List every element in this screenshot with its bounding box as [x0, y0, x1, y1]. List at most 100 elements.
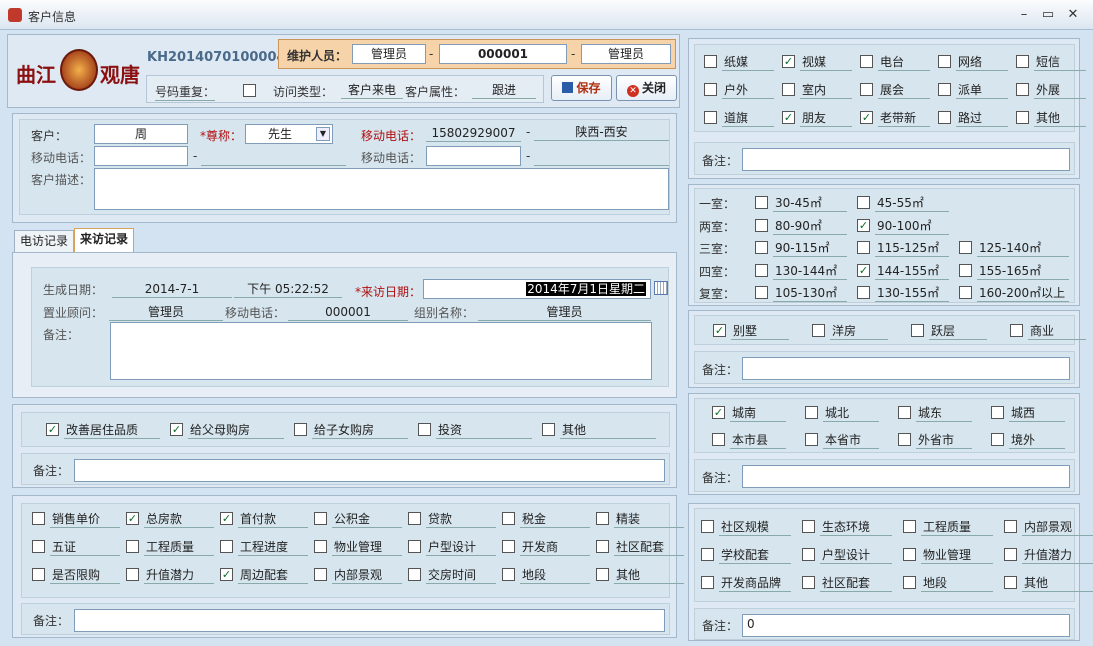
checkbox[interactable] — [32, 540, 45, 553]
checkbox[interactable] — [542, 423, 555, 436]
checkbox[interactable] — [805, 433, 818, 446]
checkbox[interactable] — [903, 548, 916, 561]
checkbox[interactable] — [32, 512, 45, 525]
checkbox[interactable] — [805, 406, 818, 419]
checkbox[interactable] — [938, 83, 951, 96]
checkbox[interactable]: ✓ — [860, 111, 873, 124]
checkbox[interactable] — [1004, 576, 1017, 589]
checkbox[interactable]: ✓ — [220, 512, 233, 525]
checkbox[interactable] — [502, 540, 515, 553]
checkbox[interactable] — [938, 111, 951, 124]
checkbox[interactable] — [126, 568, 139, 581]
maintainer-field-2[interactable]: 管理员 — [581, 44, 671, 64]
checkbox[interactable] — [596, 512, 609, 525]
checkbox[interactable] — [898, 433, 911, 446]
mobile2-field[interactable] — [94, 146, 188, 166]
checkbox[interactable] — [959, 263, 972, 277]
concern-note-field[interactable]: 0 — [742, 614, 1070, 637]
checkbox[interactable] — [802, 520, 815, 533]
purpose-note-field[interactable] — [74, 459, 665, 482]
checkbox[interactable] — [1016, 111, 1029, 124]
checkbox[interactable] — [1016, 55, 1029, 68]
checkbox[interactable] — [991, 433, 1004, 446]
checkbox[interactable] — [314, 512, 327, 525]
area-note-field[interactable] — [742, 465, 1070, 488]
checkbox[interactable] — [1016, 83, 1029, 96]
checkbox[interactable] — [1004, 548, 1017, 561]
checkbox[interactable] — [408, 512, 421, 525]
checkbox[interactable] — [701, 520, 714, 533]
checkbox[interactable] — [755, 241, 768, 254]
maintainer-field-1[interactable]: 管理员 — [352, 44, 426, 64]
close-icon[interactable]: ✕ — [1063, 6, 1083, 24]
checkbox[interactable] — [418, 423, 431, 436]
checkbox[interactable] — [704, 111, 717, 124]
checkbox[interactable]: ✓ — [782, 55, 795, 68]
checkbox[interactable] — [294, 423, 307, 436]
checkbox[interactable] — [755, 218, 768, 232]
checkbox[interactable] — [314, 540, 327, 553]
checkbox[interactable] — [755, 263, 768, 277]
checkbox[interactable] — [1004, 520, 1017, 533]
tab-onsite-visit[interactable]: 来访记录 — [74, 228, 134, 252]
checkbox[interactable] — [782, 83, 795, 96]
checkbox[interactable] — [704, 55, 717, 68]
visit-date-field[interactable]: 2014年7月1日星期二 — [423, 279, 651, 299]
minimize-icon[interactable]: – — [1014, 6, 1034, 24]
checkbox[interactable] — [596, 540, 609, 553]
checkbox[interactable]: ✓ — [713, 324, 726, 337]
mobile3-field[interactable] — [426, 146, 521, 166]
calendar-icon[interactable] — [654, 281, 668, 295]
checkbox[interactable] — [32, 568, 45, 581]
visit-note-textarea[interactable] — [110, 322, 652, 380]
checkbox[interactable] — [860, 55, 873, 68]
checkbox[interactable]: ✓ — [170, 423, 183, 436]
checkbox[interactable] — [502, 512, 515, 525]
checkbox[interactable] — [857, 196, 870, 209]
checkbox[interactable]: ✓ — [220, 568, 233, 581]
checkbox[interactable] — [802, 548, 815, 561]
checkbox[interactable] — [712, 433, 725, 446]
checkbox[interactable] — [911, 324, 924, 337]
checkbox[interactable] — [701, 576, 714, 589]
checkbox[interactable] — [408, 540, 421, 553]
checkbox[interactable] — [502, 568, 515, 581]
media-note-field[interactable] — [742, 148, 1070, 171]
checkbox[interactable] — [408, 568, 421, 581]
checkbox[interactable] — [126, 540, 139, 553]
checkbox[interactable] — [903, 520, 916, 533]
checkbox[interactable] — [812, 324, 825, 337]
maximize-icon[interactable]: ▭ — [1038, 6, 1058, 24]
maintainer-id-field[interactable]: 000001 — [439, 44, 567, 64]
checkbox[interactable] — [857, 241, 870, 254]
checkbox[interactable] — [802, 576, 815, 589]
checkbox[interactable] — [938, 55, 951, 68]
desc-textarea[interactable] — [94, 168, 669, 210]
title-select[interactable]: 先生 ▼ — [245, 124, 333, 144]
checkbox[interactable]: ✓ — [857, 263, 870, 277]
chevron-down-icon[interactable]: ▼ — [316, 127, 330, 141]
checkbox[interactable] — [701, 548, 714, 561]
checkbox[interactable] — [314, 568, 327, 581]
tab-phone-visit[interactable]: 电访记录 — [14, 230, 74, 252]
checkbox[interactable] — [704, 83, 717, 96]
close-button[interactable]: ✕ 关闭 — [616, 75, 677, 101]
factors-note-field[interactable] — [74, 609, 665, 632]
customer-name-field[interactable]: 周 — [94, 124, 188, 144]
checkbox[interactable] — [755, 196, 768, 209]
house-note-field[interactable] — [742, 357, 1070, 380]
dup-checkbox[interactable] — [243, 84, 256, 97]
checkbox[interactable] — [959, 286, 972, 299]
checkbox[interactable]: ✓ — [712, 406, 725, 419]
checkbox[interactable] — [991, 406, 1004, 419]
checkbox[interactable] — [596, 568, 609, 581]
checkbox[interactable] — [1010, 324, 1023, 337]
checkbox[interactable] — [857, 286, 870, 299]
checkbox[interactable]: ✓ — [782, 111, 795, 124]
checkbox[interactable]: ✓ — [46, 423, 59, 436]
checkbox[interactable] — [903, 576, 916, 589]
checkbox[interactable] — [220, 540, 233, 553]
save-button[interactable]: 保存 — [551, 75, 612, 101]
checkbox[interactable] — [898, 406, 911, 419]
checkbox[interactable] — [959, 241, 972, 254]
